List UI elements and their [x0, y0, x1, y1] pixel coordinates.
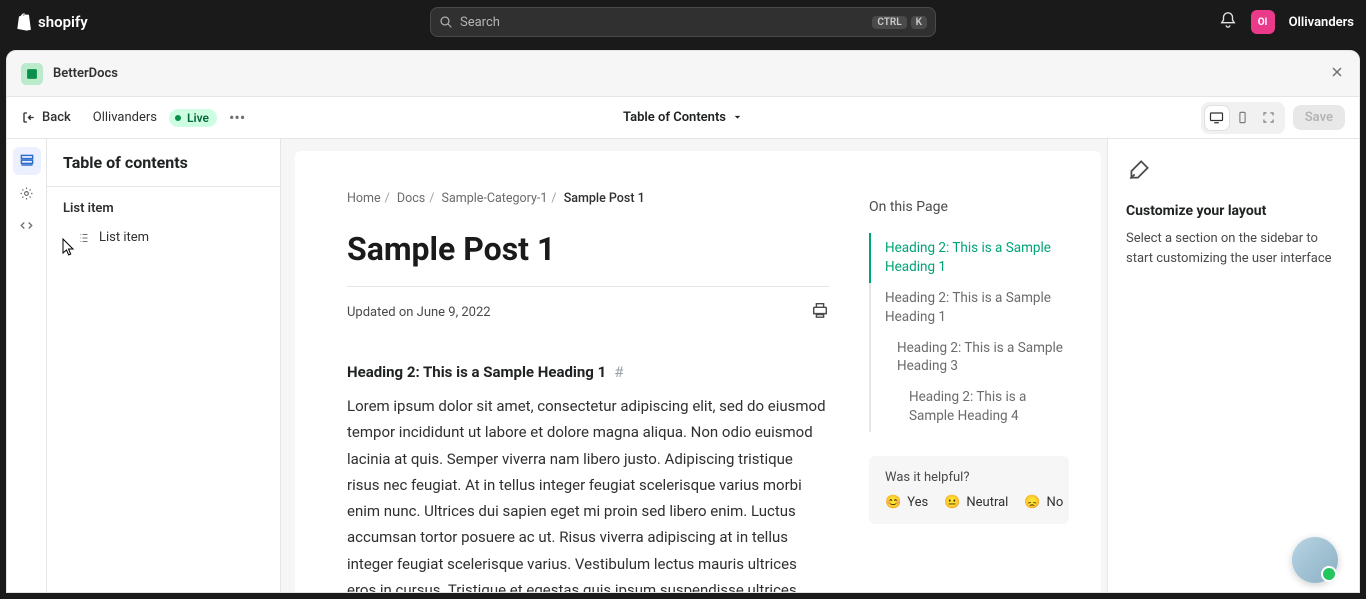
editor-toolbar: Back Ollivanders Live ••• Table of Conte…: [7, 97, 1359, 139]
shopify-logo[interactable]: shopify: [14, 12, 88, 32]
breadcrumb-item[interactable]: Home: [347, 191, 381, 206]
list-icon: [77, 231, 91, 245]
status-label: Live: [187, 111, 209, 125]
customize-title: Customize your layout: [1126, 203, 1341, 219]
notifications-icon[interactable]: [1219, 11, 1237, 33]
close-icon[interactable]: [1329, 64, 1345, 84]
support-avatar[interactable]: [1292, 537, 1338, 583]
feedback-neutral[interactable]: 😐Neutral: [944, 495, 1008, 510]
customize-desc: Select a section on the sidebar to start…: [1126, 229, 1341, 268]
print-icon[interactable]: [811, 301, 829, 323]
more-actions-button[interactable]: •••: [229, 110, 245, 126]
mouse-cursor: [62, 238, 76, 256]
tree-item-list[interactable]: List item: [63, 226, 264, 249]
sections-panel: Table of contents List item List item: [47, 139, 281, 592]
feedback-no[interactable]: 😞No: [1024, 495, 1063, 510]
store-name[interactable]: Ollivanders: [1289, 15, 1354, 30]
on-this-page-list: Heading 2: This is a Sample Heading 1 He…: [869, 233, 1069, 432]
doc-body: Lorem ipsum dolor sit amet, consectetur …: [347, 393, 829, 592]
feedback-question: Was it helpful?: [885, 470, 1053, 485]
rail-sections-button[interactable]: [13, 147, 41, 175]
feedback-yes[interactable]: 😊Yes: [885, 495, 928, 510]
template-dropdown[interactable]: Table of Contents: [623, 110, 743, 125]
brush-icon: [1126, 157, 1341, 187]
doc-heading-text: Heading 2: This is a Sample Heading 1: [347, 363, 606, 381]
back-label: Back: [42, 110, 71, 125]
otp-item[interactable]: Heading 2: This is a Sample Heading 1: [869, 233, 1069, 283]
tree-item-label: List item: [99, 230, 149, 245]
status-badge: Live: [169, 109, 217, 127]
divider: [347, 286, 829, 287]
section-label[interactable]: List item: [63, 201, 264, 216]
doc-heading-2: Heading 2: This is a Sample Heading 1 #: [347, 363, 829, 381]
device-desktop-button[interactable]: [1205, 106, 1229, 130]
anchor-hash-icon[interactable]: #: [614, 363, 623, 381]
logo-text: shopify: [38, 13, 88, 31]
store-avatar[interactable]: Ol: [1251, 10, 1275, 34]
breadcrumb-item[interactable]: Sample-Category-1: [442, 191, 548, 206]
breadcrumbs: Home/ Docs/ Sample-Category-1/ Sample Po…: [347, 191, 829, 206]
search-icon: [439, 15, 454, 30]
exit-icon: [21, 110, 36, 125]
doc-title: Sample Post 1: [347, 230, 829, 268]
otp-item[interactable]: Heading 2: This is a Sample Heading 1: [869, 283, 1069, 333]
store-crumb[interactable]: Ollivanders: [93, 110, 157, 125]
customize-panel: Customize your layout Select a section o…: [1107, 139, 1359, 592]
breadcrumb-item[interactable]: Docs: [397, 191, 425, 206]
breadcrumb-current: Sample Post 1: [564, 191, 645, 206]
updated-date: Updated on June 9, 2022: [347, 305, 491, 320]
chevron-down-icon: [732, 112, 743, 123]
back-button[interactable]: Back: [21, 110, 71, 125]
app-title: BetterDocs: [53, 66, 118, 81]
app-header: BetterDocs: [7, 51, 1359, 97]
search-placeholder: Search: [460, 15, 500, 30]
preview-scroll[interactable]: Home/ Docs/ Sample-Category-1/ Sample Po…: [295, 151, 1101, 592]
feedback-box: Was it helpful? 😊Yes 😐Neutral 😞No: [869, 456, 1069, 524]
otp-item[interactable]: Heading 2: This is a Sample Heading 3: [869, 333, 1069, 383]
save-button[interactable]: Save: [1293, 105, 1345, 130]
preview-area: Home/ Docs/ Sample-Category-1/ Sample Po…: [281, 139, 1107, 592]
kbd-ctrl: CTRL: [872, 16, 906, 29]
shopify-topbar: shopify Search CTRL K Ol Ollivanders: [0, 0, 1366, 44]
left-icon-rail: [7, 139, 47, 592]
otp-item[interactable]: Heading 2: This is a Sample Heading 4: [869, 382, 1069, 432]
on-this-page-title: On this Page: [869, 199, 1069, 215]
device-switcher: [1201, 102, 1285, 134]
app-badge-icon: [21, 63, 43, 85]
panel-title: Table of contents: [63, 153, 264, 172]
template-dropdown-label: Table of Contents: [623, 110, 726, 125]
global-search[interactable]: Search CTRL K: [430, 7, 936, 37]
rail-settings-button[interactable]: [13, 179, 41, 207]
device-mobile-button[interactable]: [1231, 106, 1255, 130]
kbd-k: K: [911, 16, 927, 29]
device-fullscreen-button[interactable]: [1257, 106, 1281, 130]
rail-code-button[interactable]: [13, 211, 41, 239]
